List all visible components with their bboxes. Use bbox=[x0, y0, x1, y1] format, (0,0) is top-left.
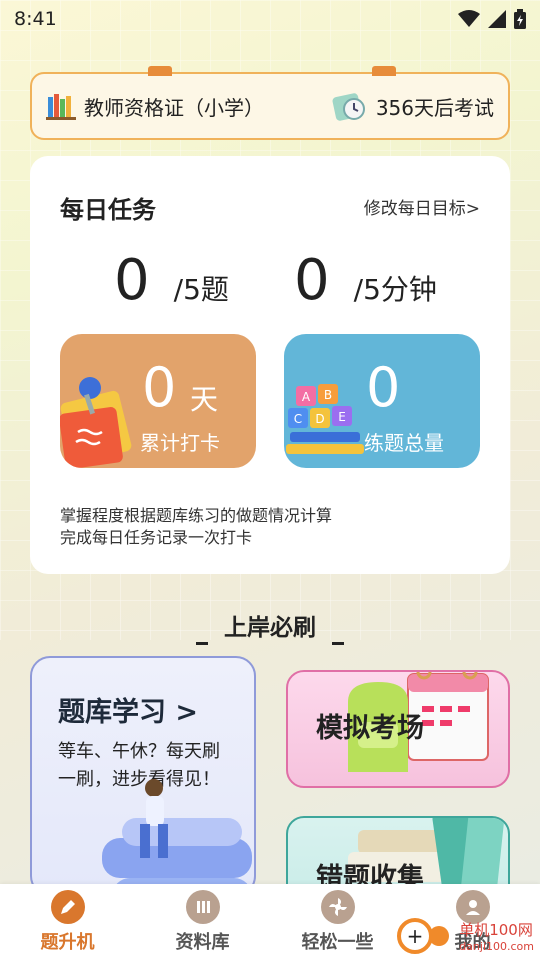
svg-text:+: + bbox=[407, 924, 424, 948]
climbing-books-illustration bbox=[102, 779, 252, 894]
exam-subject[interactable]: 教师资格证（小学） bbox=[46, 91, 264, 121]
questions-stat: 0 /5题 bbox=[114, 248, 229, 313]
daily-task-title: 每日任务 bbox=[60, 196, 156, 224]
minutes-stat: 0 /5分钟 bbox=[294, 248, 437, 313]
mock-exam-card[interactable]: 模拟考场 bbox=[286, 670, 510, 788]
countdown-label: 356天后考试 bbox=[375, 95, 494, 120]
question-bank-study-card[interactable]: 题库学习 > 等车、午休？每天刷一刷，进步看得见！ bbox=[30, 656, 256, 896]
svg-text:E: E bbox=[338, 410, 346, 424]
checkin-tile[interactable]: 0 天 累计打卡 bbox=[60, 334, 256, 468]
checkin-note: 完成每日任务记录一次打卡 bbox=[60, 528, 253, 547]
status-time: 8:41 bbox=[14, 8, 57, 30]
exam-banner[interactable]: 教师资格证（小学） 356天后考试 bbox=[30, 66, 510, 140]
pinned-note-icon bbox=[60, 377, 132, 468]
practice-total-tile[interactable]: A B C D E 0 练题总量 bbox=[284, 334, 480, 468]
svg-text:A: A bbox=[302, 390, 311, 404]
banner-clip bbox=[372, 66, 396, 76]
section-title: 上岸必刷 bbox=[0, 608, 540, 645]
svg-text:D: D bbox=[315, 412, 324, 426]
study-card-title: 题库学习 > bbox=[58, 697, 199, 728]
edit-daily-goal-link[interactable]: 修改每日目标> bbox=[364, 194, 480, 219]
checkin-label: 累计打卡 bbox=[140, 431, 220, 455]
checkin-count: 0 bbox=[142, 356, 177, 419]
svg-text:B: B bbox=[324, 388, 332, 402]
questions-goal: /5题 bbox=[173, 273, 229, 306]
tab-label: 题升机 bbox=[40, 932, 95, 953]
mastery-note: 掌握程度根据题库练习的做题情况计算 bbox=[60, 506, 333, 525]
wifi-icon bbox=[458, 10, 480, 27]
mock-exam-title: 模拟考场 bbox=[316, 713, 424, 744]
tab-question-lift[interactable]: 题升机 bbox=[8, 890, 128, 954]
abc-blocks-icon: A B C D E bbox=[286, 384, 364, 454]
status-bar: 8:41 bbox=[0, 0, 540, 38]
tab-label: 资料库 bbox=[175, 932, 230, 953]
status-icons bbox=[458, 9, 526, 29]
questions-done: 0 bbox=[114, 248, 150, 313]
calendar-clock-icon bbox=[332, 93, 365, 121]
watermark: + 单机100网 danji100.com bbox=[395, 916, 534, 956]
svg-text:C: C bbox=[294, 412, 302, 426]
battery-icon bbox=[514, 9, 526, 29]
banner-clip bbox=[148, 66, 172, 76]
signal-icon bbox=[488, 10, 506, 28]
books-icon bbox=[185, 890, 220, 924]
title-dash bbox=[332, 642, 344, 645]
exam-subject-label: 教师资格证（小学） bbox=[84, 95, 264, 120]
title-dash bbox=[196, 642, 208, 645]
minutes-goal: /5分钟 bbox=[353, 273, 437, 306]
books-shelf-icon bbox=[46, 94, 76, 120]
tab-label: 轻松一些 bbox=[301, 932, 374, 953]
pencil-icon bbox=[50, 890, 85, 924]
section-title-text: 上岸必刷 bbox=[224, 615, 316, 641]
watermark-text: 单机100网 bbox=[459, 921, 533, 939]
tab-relax[interactable]: 轻松一些 bbox=[278, 890, 398, 954]
watermark-url: danji100.com bbox=[459, 940, 534, 953]
minutes-done: 0 bbox=[294, 248, 330, 313]
pinwheel-icon bbox=[320, 890, 355, 924]
checkin-unit: 天 bbox=[190, 383, 219, 416]
practice-count: 0 bbox=[366, 356, 401, 419]
exam-countdown: 356天后考试 bbox=[332, 89, 494, 123]
practice-label: 练题总量 bbox=[364, 431, 444, 455]
daily-task-card: 每日任务 修改每日目标> 0 /5题 0 /5分钟 0 天 累计打卡 A B C bbox=[30, 156, 510, 574]
watermark-logo-icon: + bbox=[397, 918, 450, 954]
tab-resources[interactable]: 资料库 bbox=[143, 890, 263, 954]
